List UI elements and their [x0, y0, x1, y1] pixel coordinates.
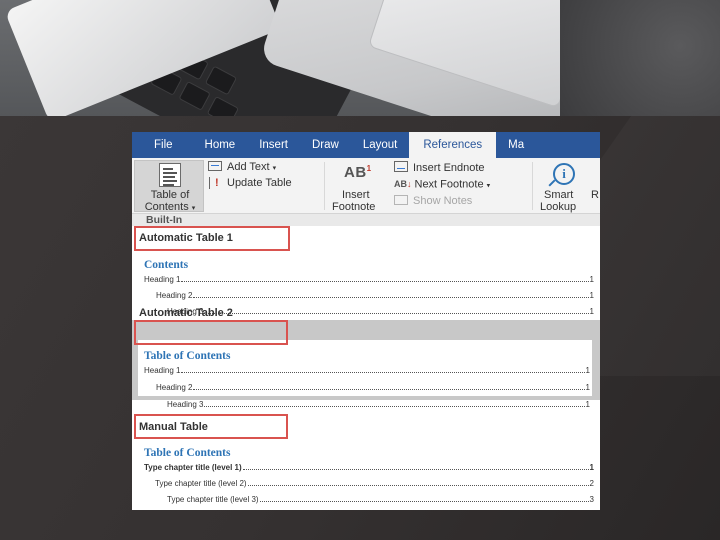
table-of-contents-button[interactable]: Table of Contents ▾ [134, 160, 204, 213]
highlight-box [134, 414, 288, 439]
toc-preview-line: Heading 21 [156, 383, 590, 392]
show-notes-button[interactable]: Show Notes [394, 195, 472, 208]
insert-endnote-button[interactable]: Insert Endnote [394, 161, 485, 175]
chevron-down-icon: ▾ [191, 205, 196, 212]
toc-preview-heading: Table of Contents [144, 447, 231, 459]
insert-endnote-icon [394, 161, 408, 172]
chevron-down-icon: ▾ [486, 182, 491, 190]
ribbon: Table of Contents ▾ Add Text ▾ ! Update T… [132, 158, 600, 214]
toc-preview-line: Type chapter title (level 2) 2 [155, 479, 594, 488]
toc-preview-2: Table of Contents Heading 11 Heading 21 … [138, 340, 592, 409]
toc-preview-3[interactable]: Table of Contents Type chapter title (le… [132, 440, 600, 510]
chevron-down-icon: ▾ [272, 165, 277, 172]
tab-references[interactable]: References [409, 132, 497, 158]
toc-preview-line: Heading 21 [156, 291, 594, 300]
tab-home[interactable]: Home [185, 132, 248, 158]
smart-lookup-handle [548, 179, 556, 187]
smart-lookup-button[interactable]: i Smart Lookup [536, 160, 592, 213]
add-text-icon [208, 161, 222, 171]
highlight-box [134, 320, 288, 345]
highlight-box [134, 226, 290, 251]
toc-preview-line: Type chapter title (level 3) 3 [167, 495, 594, 504]
ribbon-tab-bar: File Home Insert Draw Layout References … [132, 132, 600, 158]
update-table-icon: ! [208, 177, 222, 190]
ribbon-cut-label: R [591, 189, 599, 201]
tab-mailings[interactable]: Ma [496, 132, 536, 158]
next-footnote-icon: AB↓ [394, 179, 412, 189]
ribbon-divider [532, 162, 533, 210]
insert-footnote-button[interactable]: AB1 Insert Footnote [328, 160, 390, 213]
add-text-button[interactable]: Add Text ▾ [208, 161, 276, 175]
smart-lookup-label-2: Lookup [540, 201, 577, 213]
toc-preview-line: Heading 31 [167, 400, 590, 409]
tab-layout[interactable]: Layout [351, 132, 410, 158]
toc-preview-line: Type chapter title (level 1) 1 [144, 463, 594, 472]
show-notes-label: Show Notes [413, 195, 473, 207]
update-table-label: Update Table [227, 177, 292, 189]
gallery-section-header: Built-In [132, 214, 600, 226]
footnote-icon: AB1 [344, 164, 372, 181]
toc-preview-line: Heading 11 [144, 366, 590, 375]
tab-insert[interactable]: Insert [247, 132, 300, 158]
toc-button-label: Table of [150, 189, 190, 201]
next-footnote-label: Next Footnote [414, 178, 484, 191]
toc-gallery: Built-In Automatic Table 1 Contents Head… [132, 214, 600, 504]
toc-preview-heading: Table of Contents [144, 350, 231, 362]
tab-file[interactable]: File [132, 132, 185, 158]
update-table-button[interactable]: ! Update Table [208, 177, 292, 190]
show-notes-icon [394, 195, 408, 205]
ribbon-divider [324, 162, 325, 210]
background-photo [0, 0, 720, 116]
next-footnote-button[interactable]: AB↓ Next Footnote ▾ [394, 178, 490, 192]
smart-lookup-icon: i [553, 163, 575, 185]
table-of-contents-icon [159, 163, 181, 187]
toc-preview-heading: Contents [144, 259, 189, 271]
add-text-label: Add Text [227, 161, 270, 173]
tab-draw[interactable]: Draw [300, 132, 351, 158]
insert-endnote-label: Insert Endnote [413, 162, 485, 174]
toc-preview-line: Heading 11 [144, 275, 594, 284]
toc-button-label-2: Contents ▾ [144, 201, 196, 213]
fabric-texture [560, 0, 720, 116]
word-screenshot: File Home Insert Draw Layout References … [132, 132, 600, 510]
insert-footnote-label-2: Footnote [332, 201, 376, 213]
